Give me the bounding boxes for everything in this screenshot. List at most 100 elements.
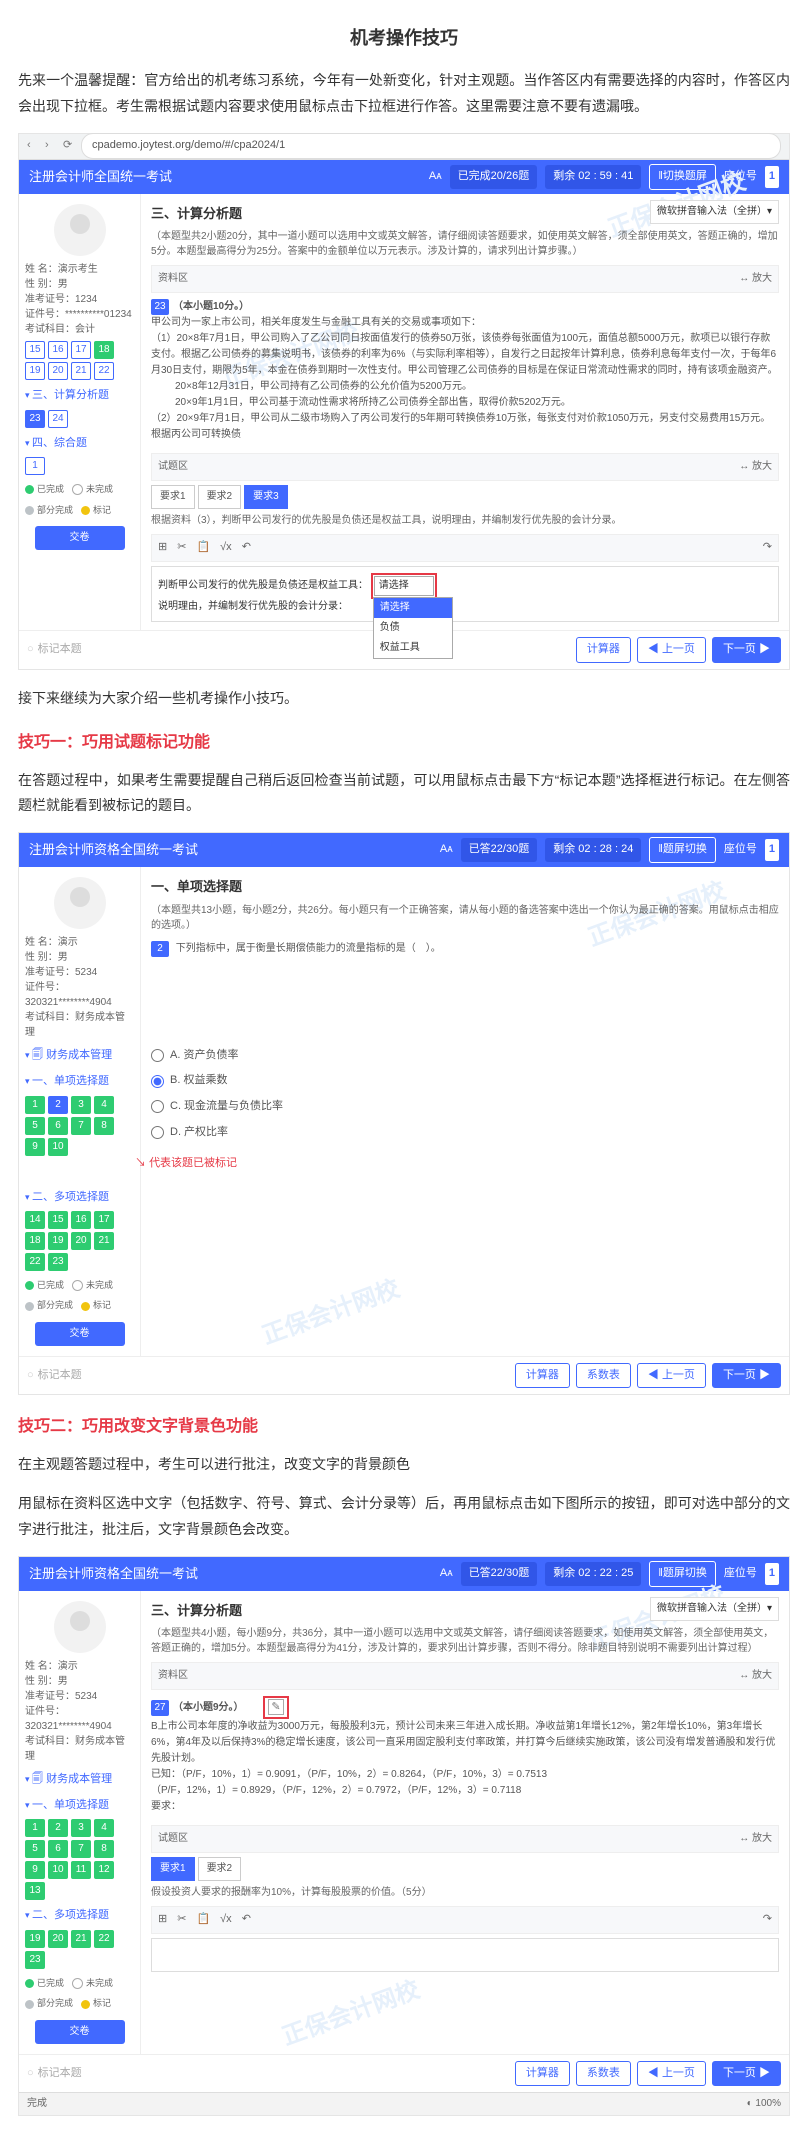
tab-要求2[interactable]: 要求2 xyxy=(198,1857,242,1881)
question-num-10[interactable]: 10 xyxy=(48,1861,68,1879)
question-num-12[interactable]: 12 xyxy=(94,1861,114,1879)
question-num-19[interactable]: 19 xyxy=(25,362,45,380)
resize-btn[interactable]: ‖题屏切换 xyxy=(649,837,716,863)
question-num-22[interactable]: 22 xyxy=(25,1253,45,1271)
coef-button[interactable]: 系数表 xyxy=(576,2061,631,2087)
option-C[interactable]: C. 现金流量与负债比率 xyxy=(151,1094,779,1120)
ime-selector[interactable]: 微软拼音输入法（全拼）▾ xyxy=(650,200,779,224)
question-num-20[interactable]: 20 xyxy=(71,1232,91,1250)
ime-selector[interactable]: 微软拼音输入法（全拼）▾ xyxy=(650,1597,779,1621)
question-num-15[interactable]: 15 xyxy=(25,341,45,359)
question-num-17[interactable]: 17 xyxy=(94,1211,114,1229)
question-num-15[interactable]: 15 xyxy=(48,1211,68,1229)
question-num-1[interactable]: 1 xyxy=(25,457,45,475)
mark-question[interactable]: 标记本题 xyxy=(38,640,82,660)
question-num-18[interactable]: 18 xyxy=(94,341,114,359)
question-num-5[interactable]: 5 xyxy=(25,1840,45,1858)
option-A[interactable]: A. 资产负债率 xyxy=(151,1043,779,1069)
sec-single-label[interactable]: 一、单项选择题 xyxy=(25,1072,134,1092)
sec-single-label[interactable]: 一、单项选择题 xyxy=(25,1796,134,1816)
calculator-button[interactable]: 计算器 xyxy=(515,2061,570,2087)
submit-button[interactable]: 交卷 xyxy=(35,526,125,550)
mark-question[interactable]: 标记本题 xyxy=(38,1366,82,1386)
font-size-icon[interactable]: Aᴀ xyxy=(440,1564,453,1584)
resize-btn[interactable]: ‖题屏切换 xyxy=(649,1561,716,1587)
sec-multi-label[interactable]: 二、多项选择题 xyxy=(25,1188,134,1208)
coef-button[interactable]: 系数表 xyxy=(576,1363,631,1389)
tab-要求2[interactable]: 要求2 xyxy=(198,485,242,509)
question-num-3[interactable]: 3 xyxy=(71,1096,91,1114)
question-num-4[interactable]: 4 xyxy=(94,1819,114,1837)
nav-subject[interactable]: 🗐 财务成本管理 xyxy=(25,1770,134,1790)
sec-calc-label[interactable]: 三、计算分析题 xyxy=(25,386,134,406)
expand-btn[interactable]: ↔ 放大 xyxy=(739,1667,772,1685)
resize-btn[interactable]: ‖切换题屏 xyxy=(649,164,716,190)
question-num-7[interactable]: 7 xyxy=(71,1117,91,1135)
question-num-21[interactable]: 21 xyxy=(71,362,91,380)
question-num-16[interactable]: 16 xyxy=(48,341,68,359)
next-button[interactable]: 下一页 ▶ xyxy=(712,637,781,663)
question-num-7[interactable]: 7 xyxy=(71,1840,91,1858)
mark-question[interactable]: 标记本题 xyxy=(38,2064,82,2084)
question-num-1[interactable]: 1 xyxy=(25,1096,45,1114)
nav-subject[interactable]: 🗐 财务成本管理 xyxy=(25,1046,134,1066)
submit-button[interactable]: 交卷 xyxy=(35,1322,125,1346)
question-num-23[interactable]: 23 xyxy=(25,410,45,428)
option-B[interactable]: B. 权益乘数 xyxy=(151,1068,779,1094)
sec-comp-label[interactable]: 四、综合题 xyxy=(25,434,134,454)
question-num-16[interactable]: 16 xyxy=(71,1211,91,1229)
question-num-17[interactable]: 17 xyxy=(71,341,91,359)
next-button[interactable]: 下一页 ▶ xyxy=(712,2061,781,2087)
question-num-21[interactable]: 21 xyxy=(94,1232,114,1250)
editor-toolbar[interactable]: ⊞✂📋√x↶↷ xyxy=(151,1906,779,1934)
tab-要求3[interactable]: 要求3 xyxy=(244,485,288,509)
question-num-19[interactable]: 19 xyxy=(48,1232,68,1250)
answer-dropdown[interactable]: 请选择 请选择负债权益工具 xyxy=(371,573,437,599)
question-num-23[interactable]: 23 xyxy=(48,1253,68,1271)
question-num-18[interactable]: 18 xyxy=(25,1232,45,1250)
tab-要求1[interactable]: 要求1 xyxy=(151,485,195,509)
question-num-5[interactable]: 5 xyxy=(25,1117,45,1135)
prev-button[interactable]: ◀ 上一页 xyxy=(637,1363,706,1389)
expand-btn[interactable]: ↔ 放大 xyxy=(739,1830,772,1848)
question-num-20[interactable]: 20 xyxy=(48,1930,68,1948)
question-num-2[interactable]: 2 xyxy=(48,1819,68,1837)
question-num-21[interactable]: 21 xyxy=(71,1930,91,1948)
expand-btn[interactable]: ↔ 放大 xyxy=(739,458,772,476)
url-field[interactable]: cpademo.joytest.org/demo/#/cpa2024/1 xyxy=(81,133,781,159)
prev-button[interactable]: ◀ 上一页 xyxy=(637,637,706,663)
question-num-13[interactable]: 13 xyxy=(25,1882,45,1900)
question-num-8[interactable]: 8 xyxy=(94,1117,114,1135)
question-num-6[interactable]: 6 xyxy=(48,1840,68,1858)
tab-要求1[interactable]: 要求1 xyxy=(151,1857,195,1881)
font-size-icon[interactable]: Aᴀ xyxy=(429,167,442,187)
prev-button[interactable]: ◀ 上一页 xyxy=(637,2061,706,2087)
answer-textarea[interactable] xyxy=(151,1938,779,1972)
dropdown-option[interactable]: 权益工具 xyxy=(374,638,452,658)
question-num-4[interactable]: 4 xyxy=(94,1096,114,1114)
option-D[interactable]: D. 产权比率 xyxy=(151,1120,779,1146)
question-num-22[interactable]: 22 xyxy=(94,1930,114,1948)
next-button[interactable]: 下一页 ▶ xyxy=(712,1363,781,1389)
question-num-10[interactable]: 10 xyxy=(48,1138,68,1156)
question-num-6[interactable]: 6 xyxy=(48,1117,68,1135)
dropdown-option[interactable]: 请选择 xyxy=(374,598,452,618)
question-num-1[interactable]: 1 xyxy=(25,1819,45,1837)
calculator-button[interactable]: 计算器 xyxy=(515,1363,570,1389)
question-num-11[interactable]: 11 xyxy=(71,1861,91,1879)
question-num-8[interactable]: 8 xyxy=(94,1840,114,1858)
question-num-9[interactable]: 9 xyxy=(25,1138,45,1156)
sec-multi-label[interactable]: 二、多项选择题 xyxy=(25,1906,134,1926)
question-num-3[interactable]: 3 xyxy=(71,1819,91,1837)
question-num-23[interactable]: 23 xyxy=(25,1951,45,1969)
expand-btn[interactable]: ↔ 放大 xyxy=(739,270,772,288)
question-num-2[interactable]: 2 xyxy=(48,1096,68,1114)
question-num-20[interactable]: 20 xyxy=(48,362,68,380)
calculator-button[interactable]: 计算器 xyxy=(576,637,631,663)
question-num-24[interactable]: 24 xyxy=(48,410,68,428)
question-num-22[interactable]: 22 xyxy=(94,362,114,380)
editor-toolbar[interactable]: ⊞✂📋√x↶↷ xyxy=(151,534,779,562)
question-num-19[interactable]: 19 xyxy=(25,1930,45,1948)
dropdown-option[interactable]: 负债 xyxy=(374,618,452,638)
question-num-14[interactable]: 14 xyxy=(25,1211,45,1229)
